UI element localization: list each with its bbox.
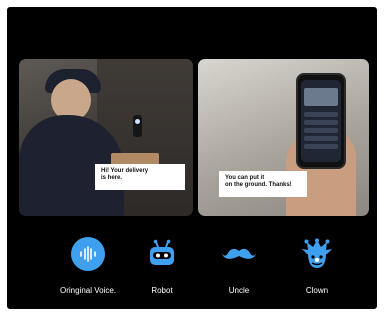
smartphone [296,73,346,169]
mustache-icon [222,237,256,271]
bubble-line: You can put it [225,175,265,181]
video-feed [304,88,338,106]
list-item [304,144,338,149]
video-doorbell [133,115,142,137]
bubble-line: is here. [101,175,123,181]
voice-label: Oringinal Voice. [59,286,117,295]
bubble-line: on the ground. Thanks! [225,182,292,188]
bubble-line: Hi! Your delivery [101,168,149,174]
voice-label: Clown [305,286,329,295]
speech-bubble-delivery: Hi! Your delivery is here. [96,165,184,189]
phone-screen [301,80,341,162]
voice-option-robot[interactable]: Robot [122,237,202,296]
clown-icon [300,237,334,271]
voice-option-clown[interactable]: Clown [277,237,357,296]
delivery-person-photo [19,59,193,216]
app-frame: Hi! Your delivery is here. You can put i… [7,7,377,309]
robot-icon [145,237,179,271]
list-item [304,128,338,133]
voice-label: Robot [151,286,173,295]
list-item [304,136,338,141]
voice-label: Uncle [228,286,250,295]
voice-option-original[interactable]: Oringinal Voice. [48,237,128,296]
list-item [304,120,338,125]
list-item [304,112,338,117]
voice-wave-icon [71,237,105,271]
voice-option-uncle[interactable]: Uncle [199,237,279,296]
speech-bubble-reply: You can put it on the ground. Thanks! [220,172,306,196]
